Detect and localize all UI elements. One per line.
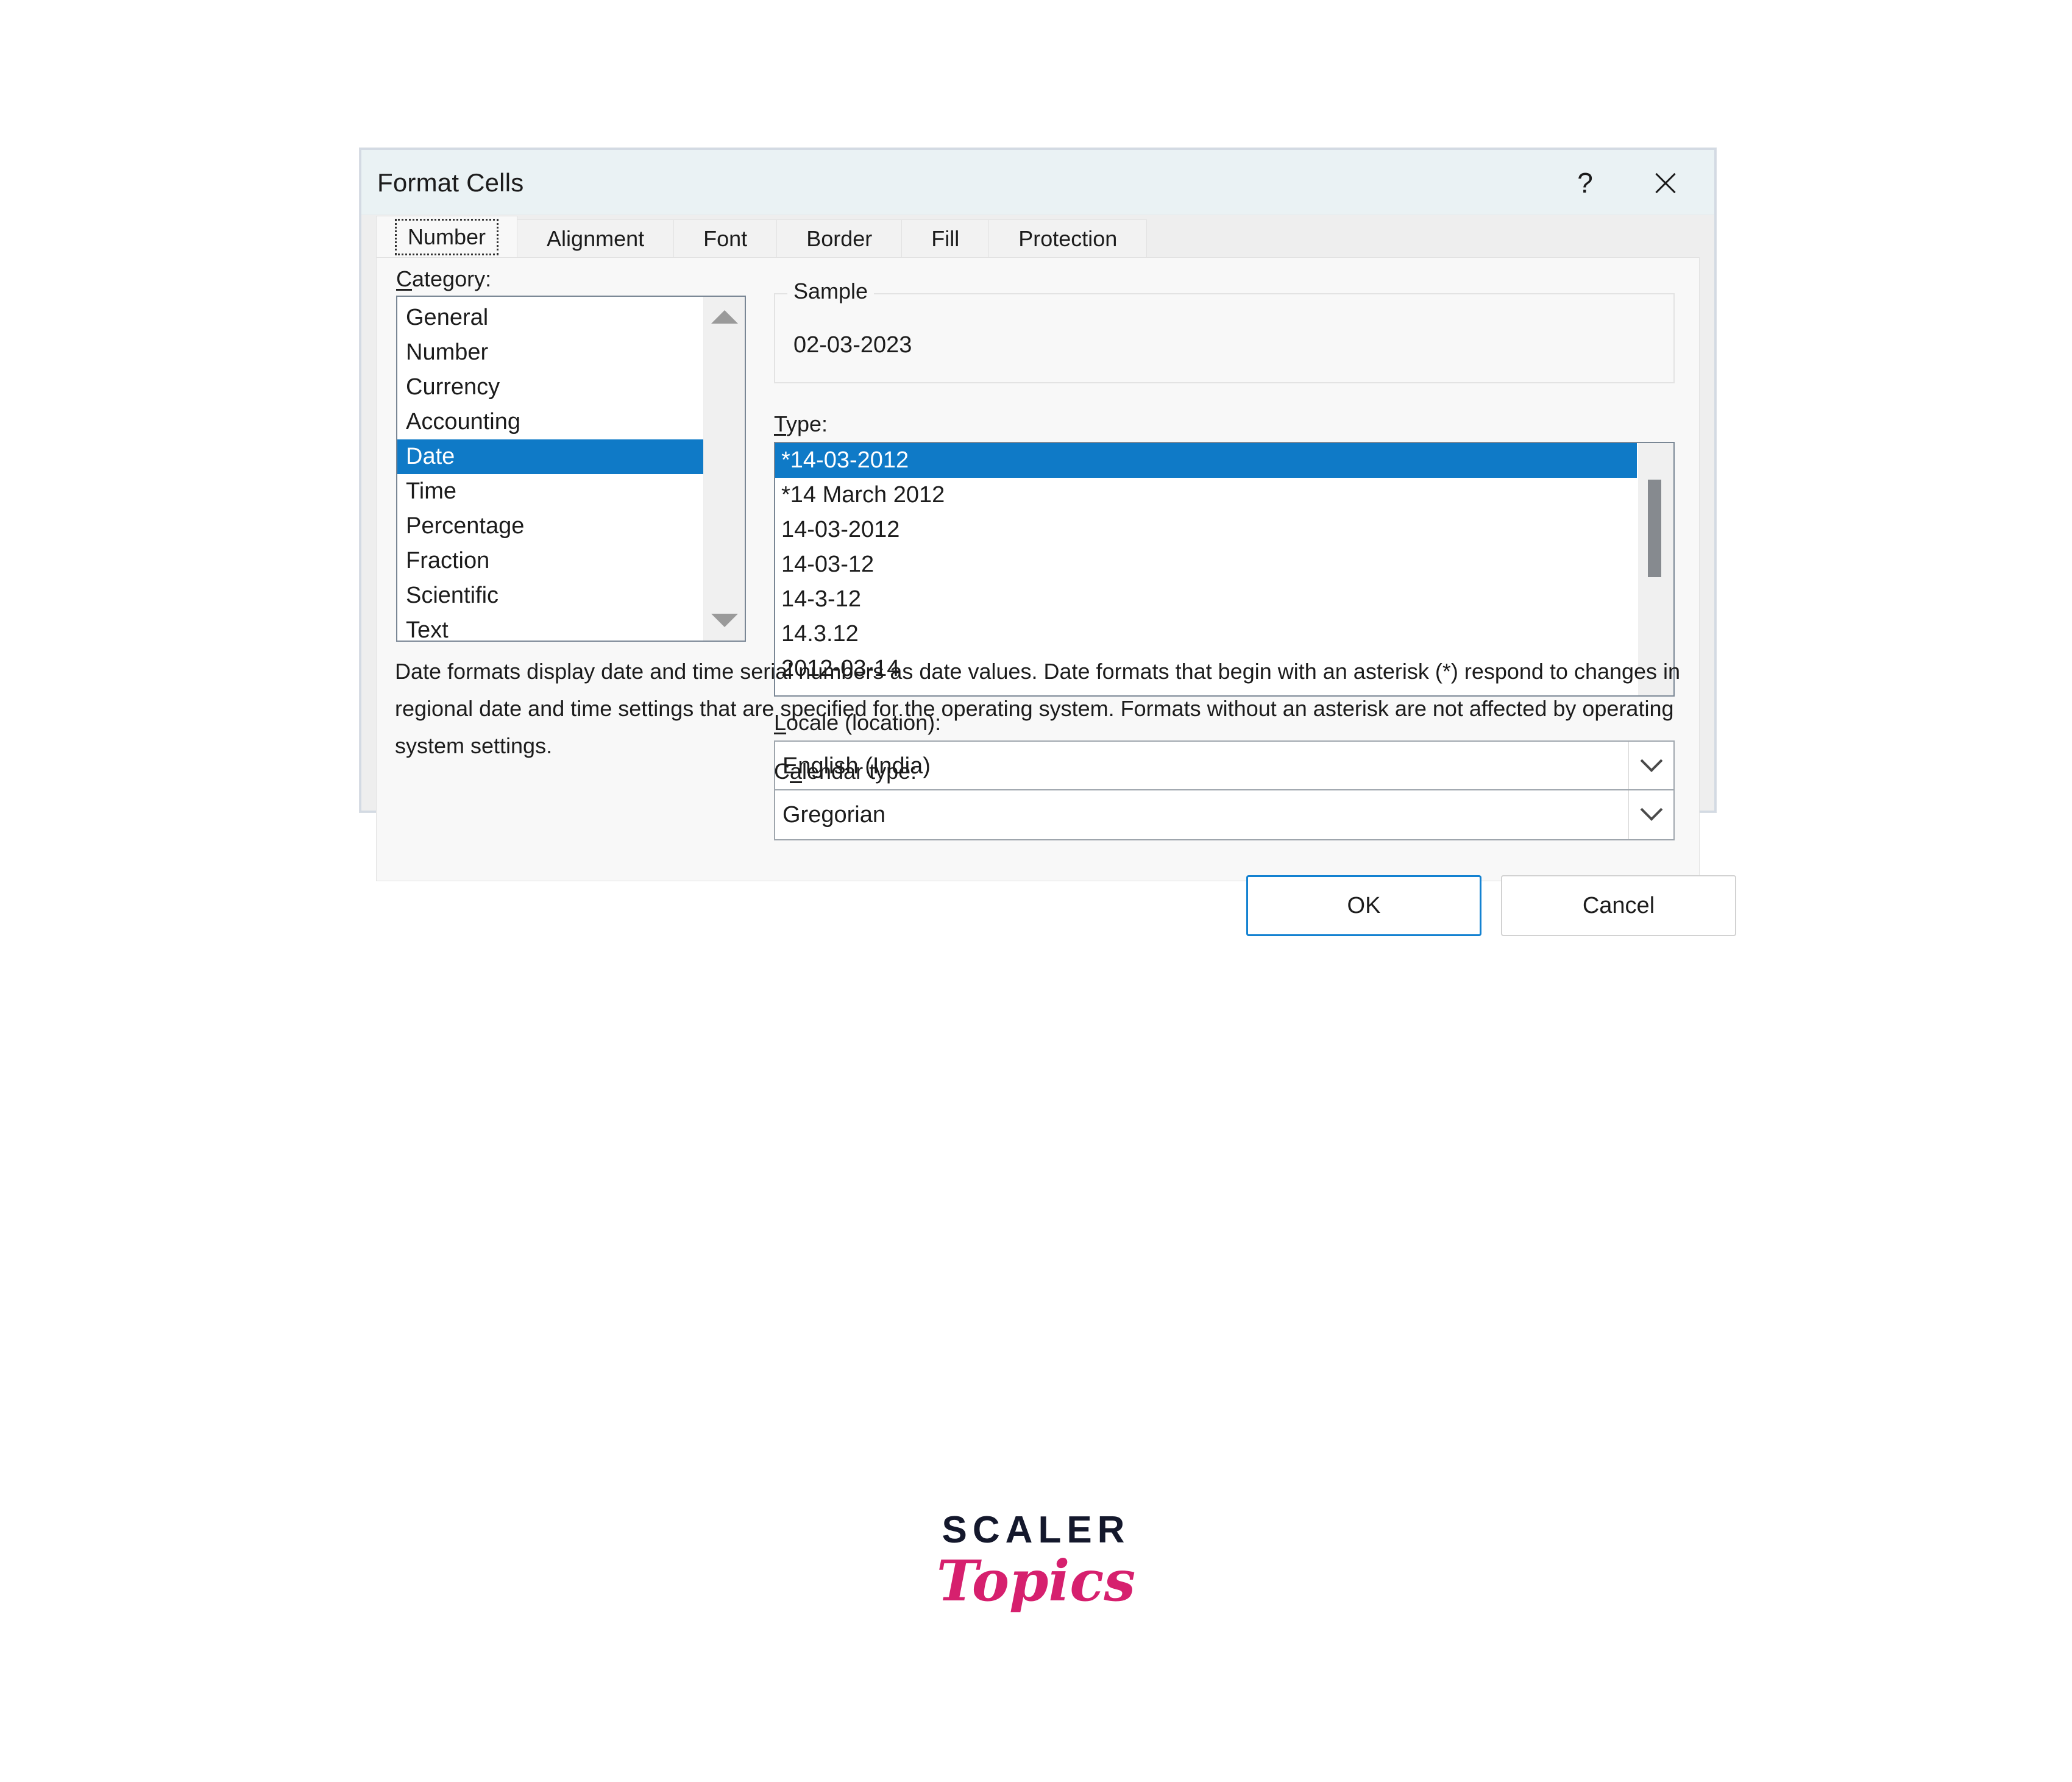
- cancel-button[interactable]: Cancel: [1501, 875, 1736, 936]
- type-scrollbar-thumb[interactable]: [1648, 480, 1661, 577]
- type-item-2[interactable]: 14-03-2012: [775, 513, 1637, 547]
- category-listbox[interactable]: General Number Currency Accounting Date …: [396, 296, 746, 642]
- tab-border-label: Border: [806, 225, 873, 251]
- tab-font-label: Font: [703, 225, 748, 251]
- chevron-down-icon: [1640, 798, 1662, 821]
- calendar-type-value: Gregorian: [782, 801, 885, 828]
- tab-alignment-label: Alignment: [547, 225, 645, 251]
- type-label: Type:: [774, 411, 828, 437]
- category-label-rest: ategory:: [412, 266, 492, 291]
- category-item-time[interactable]: Time: [397, 474, 703, 509]
- close-button[interactable]: [1634, 150, 1697, 215]
- tab-number[interactable]: Number: [376, 216, 518, 257]
- tab-font[interactable]: Font: [673, 219, 778, 257]
- calendar-type-combobox[interactable]: Gregorian: [774, 789, 1675, 840]
- category-list-items: General Number Currency Accounting Date …: [397, 297, 703, 641]
- tab-number-label: Number: [395, 218, 499, 255]
- tab-alignment[interactable]: Alignment: [517, 219, 675, 257]
- calendar-dropdown-button[interactable]: [1628, 790, 1673, 839]
- scroll-down-icon[interactable]: [711, 614, 738, 627]
- dialog-titlebar: Format Cells ?: [361, 150, 1714, 215]
- ok-button[interactable]: OK: [1246, 875, 1481, 936]
- sample-value: 02-03-2023: [793, 332, 912, 358]
- screenshot-canvas: Format Cells ? Number Alignment Font Bor…: [0, 0, 2072, 1782]
- category-item-percentage[interactable]: Percentage: [397, 509, 703, 544]
- type-item-3[interactable]: 14-03-12: [775, 547, 1637, 582]
- category-description: Date formats display date and time seria…: [395, 659, 1681, 758]
- tab-fill[interactable]: Fill: [901, 219, 990, 257]
- category-item-text[interactable]: Text: [397, 613, 703, 641]
- type-item-4[interactable]: 14-3-12: [775, 582, 1637, 617]
- question-mark-icon: ?: [1577, 166, 1593, 199]
- logo-primary-text: SCALER: [942, 1509, 1130, 1551]
- category-item-number[interactable]: Number: [397, 335, 703, 370]
- dialog-title: Format Cells: [377, 168, 524, 197]
- category-item-fraction[interactable]: Fraction: [397, 544, 703, 578]
- help-button[interactable]: ?: [1553, 150, 1617, 215]
- type-label-rest: ype:: [786, 411, 828, 436]
- tab-protection-label: Protection: [1018, 225, 1118, 251]
- category-label-accel: C: [396, 266, 412, 291]
- category-item-accounting[interactable]: Accounting: [397, 405, 703, 439]
- scaler-topics-logo: SCALER Topics: [0, 1509, 2072, 1614]
- type-item-0[interactable]: *14-03-2012: [775, 443, 1637, 478]
- sample-legend: Sample: [787, 279, 875, 304]
- close-icon: [1652, 169, 1679, 196]
- category-item-general[interactable]: General: [397, 300, 703, 335]
- type-item-5[interactable]: 14.3.12: [775, 617, 1637, 651]
- category-item-date[interactable]: Date: [397, 439, 703, 474]
- logo-secondary-text: Topics: [936, 1548, 1136, 1614]
- sample-groupbox: Sample 02-03-2023: [774, 279, 1675, 383]
- category-label: Category:: [396, 266, 491, 292]
- category-item-currency[interactable]: Currency: [397, 370, 703, 405]
- type-item-1[interactable]: *14 March 2012: [775, 478, 1637, 513]
- tab-protection[interactable]: Protection: [988, 219, 1148, 257]
- tab-border[interactable]: Border: [776, 219, 903, 257]
- scroll-up-icon[interactable]: [711, 310, 738, 324]
- category-item-scientific[interactable]: Scientific: [397, 578, 703, 613]
- category-scrollbar[interactable]: [703, 297, 745, 641]
- type-label-accel: T: [774, 411, 787, 436]
- tab-content-panel: Category: General Number Currency Accoun…: [376, 257, 1700, 881]
- tab-strip: Number Alignment Font Border Fill Protec…: [376, 216, 1148, 257]
- format-cells-dialog: Format Cells ? Number Alignment Font Bor…: [360, 148, 1736, 936]
- tab-fill-label: Fill: [931, 225, 960, 251]
